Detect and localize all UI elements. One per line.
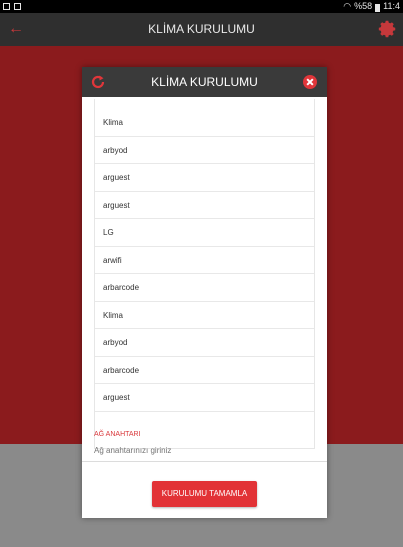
network-key-label: AĞ ANAHTARI — [94, 431, 141, 438]
network-key-input[interactable] — [94, 442, 315, 458]
list-item[interactable]: Klima — [95, 109, 314, 137]
complete-setup-button[interactable]: KURULUMU TAMAMLA — [152, 481, 257, 507]
status-right: ◠ %58 11:4 — [343, 0, 400, 13]
list-item[interactable]: arbarcode — [95, 274, 314, 302]
network-list-items: Klima arbyod arguest arguest LG arwifi a… — [95, 109, 314, 412]
dialog-header: KLİMA KURULUMU — [82, 67, 327, 97]
app-bar: ← KLİMA KURULUMU — [0, 13, 403, 46]
list-item[interactable]: arguest — [95, 384, 314, 412]
status-left — [3, 0, 21, 10]
network-list[interactable]: arbarcode Klima arbyod arguest arguest L… — [94, 99, 315, 449]
list-item[interactable]: LG — [95, 219, 314, 247]
close-icon[interactable] — [303, 75, 317, 89]
list-item[interactable]: arbyod — [95, 137, 314, 164]
input-underline — [82, 461, 327, 462]
battery-icon — [375, 3, 381, 12]
gear-icon[interactable] — [378, 20, 396, 38]
list-item[interactable]: arbarcode — [95, 357, 314, 384]
dialog-title: KLİMA KURULUMU — [151, 75, 258, 89]
list-item[interactable]: arguest — [95, 164, 314, 192]
app-title: KLİMA KURULUMU — [148, 22, 255, 36]
battery-percent: %58 — [354, 1, 373, 11]
status-bar: ◠ %58 11:4 — [0, 0, 403, 13]
clock: 11:4 — [383, 1, 400, 11]
checkmark-icon — [14, 3, 21, 10]
setup-dialog: KLİMA KURULUMU arbarcode Klima arbyod ar… — [82, 67, 327, 518]
list-item[interactable]: Klima — [95, 302, 314, 329]
list-item[interactable]: arwifi — [95, 247, 314, 274]
gallery-icon — [3, 3, 10, 10]
list-item[interactable]: arbyod — [95, 329, 314, 357]
wifi-icon: ◠ — [343, 1, 352, 11]
list-item[interactable]: arguest — [95, 192, 314, 219]
